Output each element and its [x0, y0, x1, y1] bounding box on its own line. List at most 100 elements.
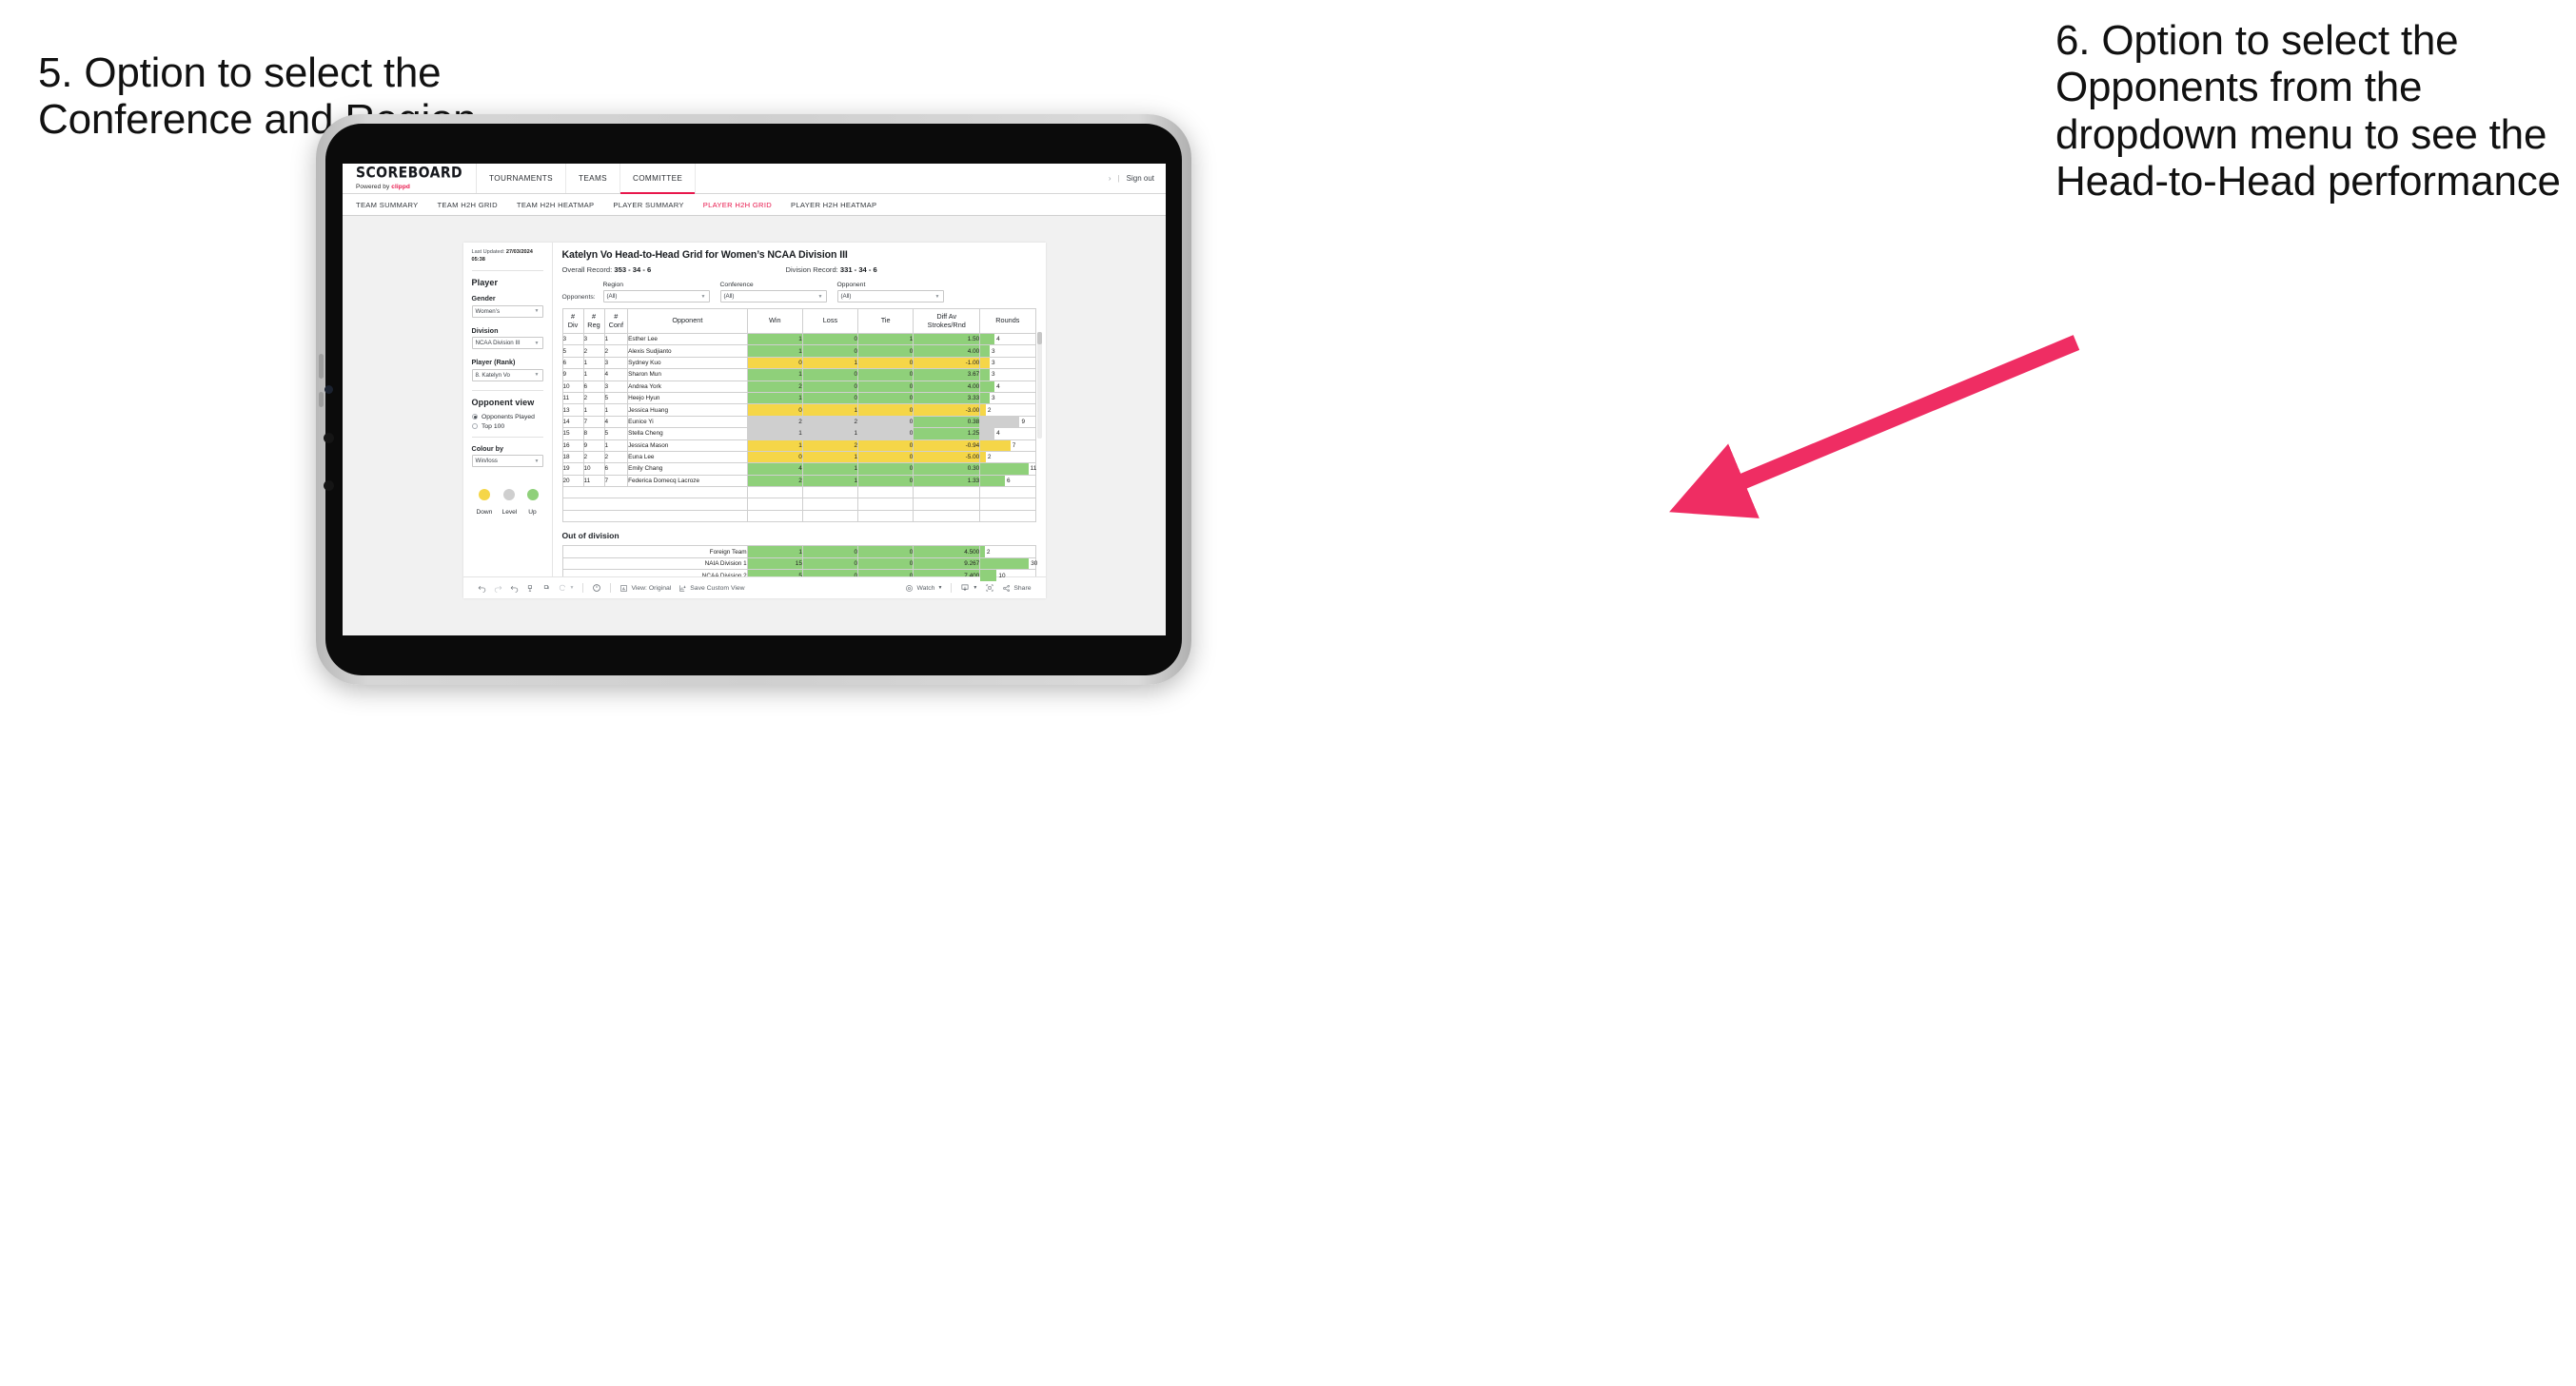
table-row[interactable]: 19 10 6 Emily Chang 4 1 0 0.30 11 — [561, 462, 1036, 476]
nav-item-tournaments[interactable]: TOURNAMENTS — [477, 164, 566, 193]
nav-item-teams[interactable]: TEAMS — [566, 164, 620, 193]
table-row[interactable]: 14 7 4 Eunice Yi 2 2 0 0.38 9 — [561, 415, 1036, 429]
redo-button[interactable] — [490, 584, 506, 593]
radio-label: Top 100 — [482, 422, 505, 430]
divider-1 — [471, 270, 543, 272]
grid-blank-filler — [561, 486, 1036, 523]
cell-div: 13 — [561, 403, 584, 417]
tab-team-h2h-grid[interactable]: TEAM H2H GRID — [437, 201, 497, 209]
radio-opponents-played[interactable]: Opponents Played — [471, 413, 543, 420]
bottom-toolbar: ▼ View: Original Save Custom View Watch … — [462, 576, 1046, 598]
radio-dot-icon — [471, 413, 478, 420]
cell-rounds: 4 — [979, 332, 1036, 346]
cell-div: 20 — [561, 474, 584, 488]
table-row[interactable]: 11 2 5 Heejo Hyun 1 0 0 3.33 3 — [561, 391, 1036, 405]
division-select[interactable]: NCAA Division III ▼ — [471, 337, 543, 350]
fullscreen-button[interactable] — [981, 583, 998, 593]
cell-win: 2 — [746, 415, 803, 429]
table-row[interactable]: 5 2 2 Alexis Sudjianto 1 0 0 4.00 3 — [561, 344, 1036, 358]
revert-button[interactable] — [506, 584, 522, 593]
out-of-division-row[interactable]: Foreign Team 1 0 0 4.500 2 — [561, 545, 1036, 558]
player-rank-select[interactable]: 8. Katelyn Vo ▼ — [471, 368, 543, 381]
save-custom-view-button[interactable]: Save Custom View — [675, 584, 748, 593]
refresh-data-button[interactable] — [522, 584, 539, 593]
cell-rounds: 30 — [979, 556, 1037, 571]
cell-win: 1 — [746, 344, 803, 358]
chevron-down-icon: ▼ — [534, 308, 540, 315]
volume-button-down — [319, 392, 324, 407]
refresh-dropdown-button[interactable]: ▼ — [555, 584, 579, 593]
pause-updates-button[interactable] — [539, 584, 555, 593]
cell-conf: 4 — [603, 368, 629, 381]
table-row[interactable]: 10 6 3 Andrea York 2 0 0 4.00 4 — [561, 380, 1036, 393]
tab-team-h2h-heatmap[interactable]: TEAM H2H HEATMAP — [517, 201, 594, 209]
table-row[interactable]: 16 9 1 Jessica Mason 1 2 0 -0.94 7 — [561, 439, 1036, 452]
share-button[interactable]: Share — [998, 584, 1034, 593]
undo-button[interactable] — [474, 584, 490, 593]
cell-loss: 0 — [801, 391, 859, 405]
table-row[interactable]: 9 1 4 Sharon Mun 1 0 0 3.67 3 — [561, 368, 1036, 381]
chevron-down-icon: ▼ — [700, 293, 706, 300]
tab-player-summary[interactable]: PLAYER SUMMARY — [613, 201, 683, 209]
cell-loss: 0 — [801, 556, 859, 571]
cell-div: 10 — [561, 380, 584, 393]
cell-rounds: 3 — [979, 391, 1036, 405]
conference-select[interactable]: (All) ▼ — [719, 290, 827, 303]
speaker-dot-1 — [324, 433, 334, 443]
cell-reg: 1 — [582, 368, 605, 381]
brand-logo[interactable]: SCOREBOARD Powered by clippd — [343, 164, 478, 193]
cell-opponent: Sharon Mun — [627, 368, 748, 381]
opponent-filters: Opponents: Region (All) ▼ Conference (Al… — [562, 282, 1036, 303]
brand-name: SCOREBOARD — [356, 164, 463, 182]
cell-loss: 1 — [801, 356, 859, 370]
blank-row — [561, 509, 1036, 523]
cell-reg: 3 — [582, 332, 605, 346]
last-updated: Last Updated: 27/03/2024 05:38 — [471, 249, 533, 263]
cell-conf: 2 — [603, 450, 629, 464]
tab-team-summary[interactable]: TEAM SUMMARY — [356, 201, 418, 209]
download-button[interactable]: ▼ — [956, 583, 981, 593]
cell-div: 3 — [561, 332, 584, 346]
legend-item-level: Level — [501, 489, 518, 517]
legend-label-level: Level — [501, 509, 518, 517]
tab-player-h2h-heatmap[interactable]: PLAYER H2H HEATMAP — [791, 201, 876, 209]
cell-reg: 11 — [582, 474, 605, 488]
cell-diff: 3.33 — [913, 391, 981, 405]
cell-conf: 6 — [603, 462, 629, 476]
region-select[interactable]: (All) ▼ — [602, 290, 710, 303]
cell-win: 1 — [746, 391, 803, 405]
cell-diff: 4.00 — [913, 380, 981, 393]
gender-select[interactable]: Women’s ▼ — [471, 304, 543, 318]
chevron-right-icon[interactable]: › — [1109, 174, 1111, 183]
table-row[interactable]: 15 8 5 Stella Cheng 1 1 0 1.25 4 — [561, 427, 1036, 440]
table-row[interactable]: 6 1 3 Sydney Kuo 0 1 0 -1.00 3 — [561, 356, 1036, 370]
table-row[interactable]: 20 11 7 Federica Domecq Lacroze 2 1 0 1.33 6 — [561, 474, 1036, 488]
grid-header: # Div # Reg # Conf Opponent Win Loss Tie Di… — [561, 308, 1036, 334]
pause-auto-update-icon[interactable] — [588, 583, 605, 593]
cell-opponent: Eunice Yi — [627, 415, 748, 429]
radio-top-100[interactable]: Top 100 — [471, 422, 543, 430]
sign-out-link[interactable]: Sign out — [1127, 174, 1154, 183]
tab-player-h2h-grid[interactable]: PLAYER H2H GRID — [703, 201, 772, 209]
table-row[interactable]: 3 3 1 Esther Lee 1 0 1 1.50 4 — [561, 332, 1036, 346]
records-row: Overall Record: 353 - 34 - 6 Division Re… — [562, 265, 1036, 274]
colour-by-select[interactable]: Win/loss ▼ — [471, 455, 543, 468]
view-original-button[interactable]: View: Original — [616, 584, 675, 593]
legend-swatch-level — [503, 489, 516, 501]
nav-item-committee[interactable]: COMMITTEE — [619, 164, 697, 194]
cell-tie: 0 — [857, 403, 914, 417]
cell-conf: 3 — [603, 356, 629, 370]
table-row[interactable]: 18 2 2 Euna Lee 0 1 0 -5.00 2 — [561, 450, 1036, 464]
conference-value: (All) — [723, 293, 735, 300]
cell-conf: 5 — [603, 427, 629, 440]
cell-reg: 10 — [582, 462, 605, 476]
table-row[interactable]: 13 1 1 Jessica Huang 0 1 0 -3.00 2 — [561, 403, 1036, 417]
watch-button[interactable]: Watch ▼ — [901, 584, 946, 593]
table-scrollbar[interactable] — [1036, 332, 1042, 439]
cell-diff: 4.00 — [913, 344, 981, 358]
cell-conf: 4 — [603, 415, 629, 429]
cell-name: NAIA Division 1 — [561, 556, 748, 571]
out-of-division-row[interactable]: NAIA Division 1 15 0 0 9.267 30 — [561, 556, 1037, 571]
opponent-value: (All) — [840, 293, 852, 300]
opponent-select[interactable]: (All) ▼ — [836, 290, 944, 303]
